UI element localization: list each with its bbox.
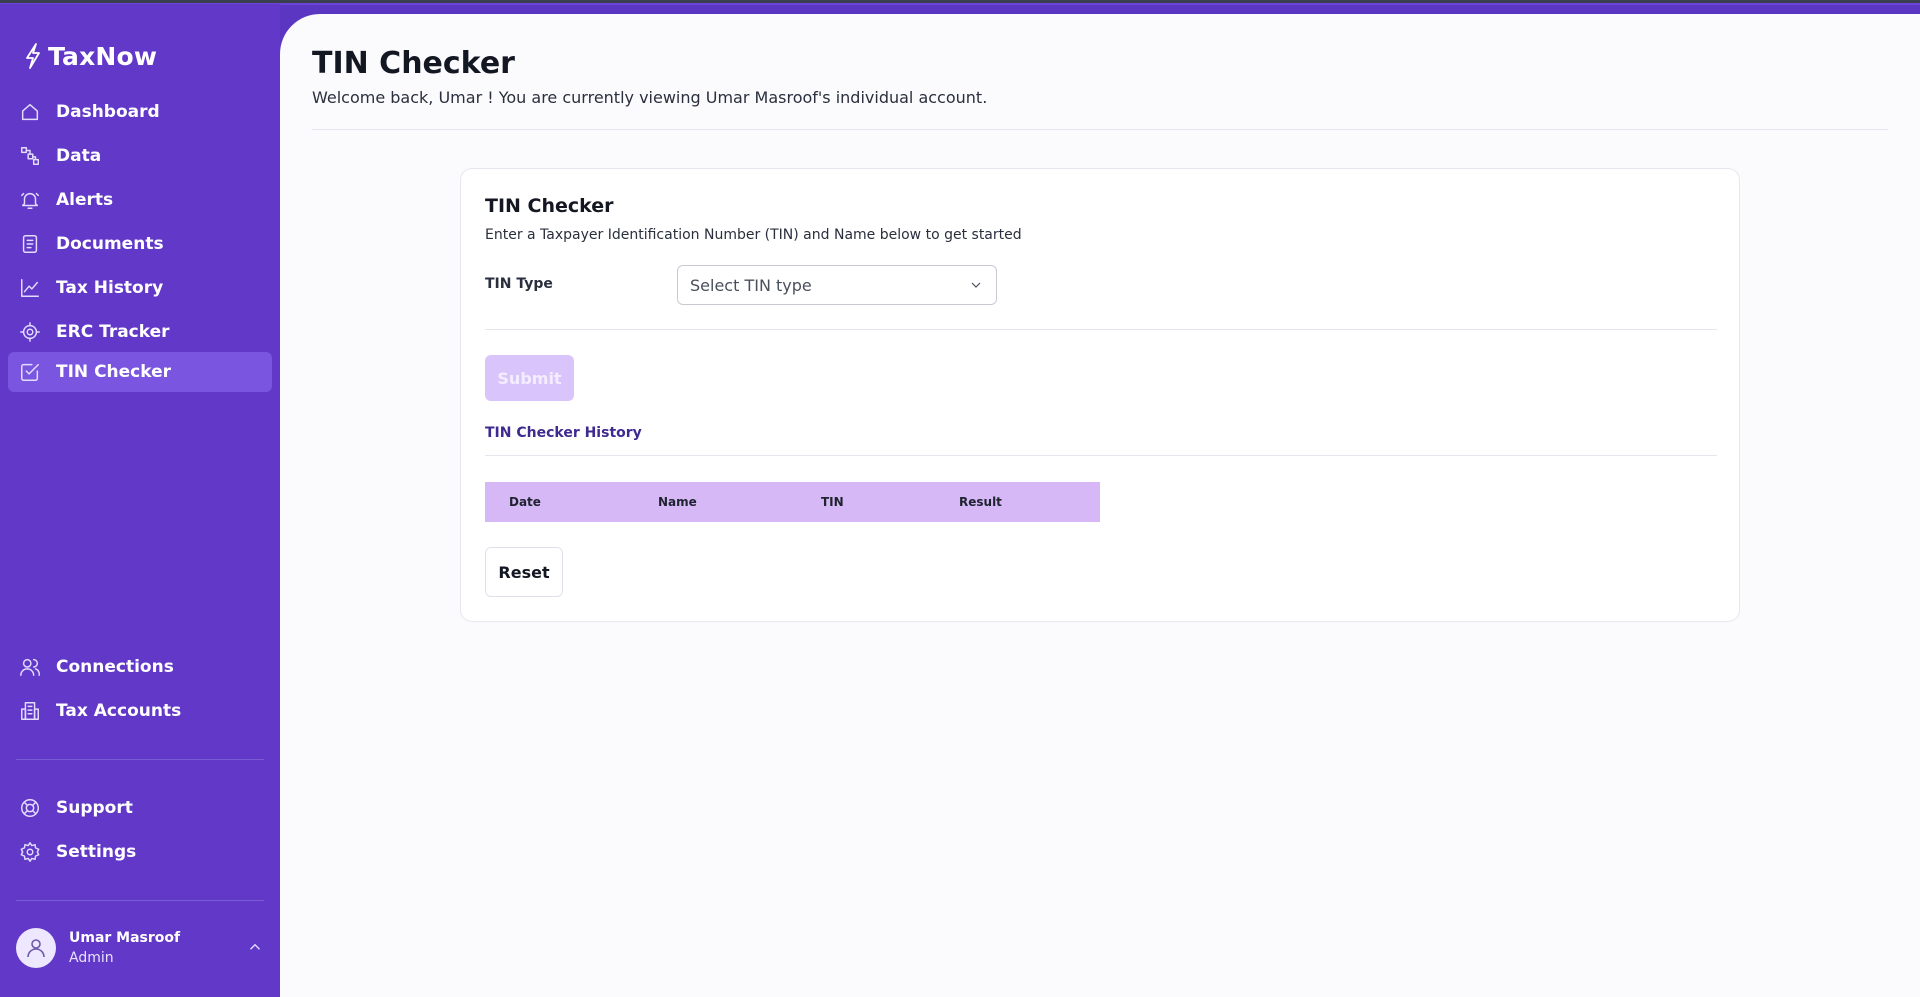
lightning-icon bbox=[26, 43, 40, 69]
sidebar-item-erc-tracker[interactable]: ERC Tracker bbox=[8, 312, 272, 352]
gear-icon bbox=[16, 838, 44, 866]
avatar bbox=[16, 928, 56, 968]
app-name: TaxNow bbox=[48, 41, 158, 71]
sidebar-item-support[interactable]: Support bbox=[8, 788, 272, 828]
main-content: TIN Checker Welcome back, Umar ! You are… bbox=[280, 14, 1920, 997]
sidebar-item-label: Support bbox=[56, 798, 133, 818]
sidebar-divider bbox=[16, 900, 264, 901]
column-header-name[interactable]: Name bbox=[658, 495, 697, 509]
sidebar-item-label: Alerts bbox=[56, 190, 114, 210]
sidebar-item-label: Tax Accounts bbox=[56, 701, 182, 721]
check-square-icon bbox=[16, 358, 44, 386]
header-divider bbox=[312, 129, 1888, 130]
submit-button[interactable]: Submit bbox=[485, 355, 574, 401]
sidebar-item-dashboard[interactable]: Dashboard bbox=[8, 92, 272, 132]
sidebar-item-label: Documents bbox=[56, 234, 164, 254]
sidebar-item-settings[interactable]: Settings bbox=[8, 832, 272, 872]
reset-button[interactable]: Reset bbox=[485, 547, 563, 597]
sidebar-item-label: TIN Checker bbox=[56, 362, 172, 382]
user-name: Umar Masroof bbox=[69, 930, 181, 946]
bell-icon bbox=[16, 186, 44, 214]
lifebuoy-icon bbox=[16, 794, 44, 822]
column-header-result[interactable]: Result bbox=[959, 495, 1002, 509]
tin-type-select[interactable]: Select TIN type bbox=[677, 265, 997, 305]
target-icon bbox=[16, 318, 44, 346]
card-subtitle: Enter a Taxpayer Identification Number (… bbox=[485, 227, 1022, 243]
users-icon bbox=[16, 653, 44, 681]
sidebar-item-data[interactable]: Data bbox=[8, 136, 272, 176]
column-header-tin[interactable]: TIN bbox=[821, 495, 844, 509]
user-role: Admin bbox=[69, 950, 114, 966]
history-table-header: Date Name TIN Result bbox=[485, 482, 1100, 522]
sidebar-divider bbox=[16, 759, 264, 760]
sidebar-item-label: Connections bbox=[56, 657, 174, 677]
page-title: TIN Checker bbox=[312, 46, 515, 81]
history-title: TIN Checker History bbox=[485, 425, 642, 441]
tin-type-label: TIN Type bbox=[485, 276, 553, 292]
user-icon bbox=[27, 939, 45, 958]
user-menu[interactable]: Umar Masroof Admin bbox=[8, 918, 272, 978]
app-logo[interactable]: TaxNow bbox=[22, 38, 157, 74]
home-icon bbox=[16, 98, 44, 126]
history-divider bbox=[485, 455, 1717, 456]
document-icon bbox=[16, 230, 44, 258]
sidebar-item-tax-history[interactable]: Tax History bbox=[8, 268, 272, 308]
column-header-date[interactable]: Date bbox=[509, 495, 541, 509]
chevron-up-icon[interactable] bbox=[246, 938, 264, 956]
sidebar-item-connections[interactable]: Connections bbox=[8, 647, 272, 687]
card-title: TIN Checker bbox=[485, 195, 614, 217]
window-top-bar bbox=[0, 0, 1920, 5]
sidebar-item-tax-accounts[interactable]: Tax Accounts bbox=[8, 691, 272, 731]
sidebar-item-label: Data bbox=[56, 146, 102, 166]
building-icon bbox=[16, 697, 44, 725]
data-icon bbox=[16, 142, 44, 170]
sidebar-item-label: Settings bbox=[56, 842, 137, 862]
tin-type-placeholder: Select TIN type bbox=[690, 275, 812, 295]
chevron-down-icon bbox=[968, 277, 984, 293]
sidebar-item-alerts[interactable]: Alerts bbox=[8, 180, 272, 220]
sidebar-item-tin-checker[interactable]: TIN Checker bbox=[8, 352, 272, 392]
form-divider bbox=[485, 329, 1717, 330]
sidebar-item-documents[interactable]: Documents bbox=[8, 224, 272, 264]
page-subtitle: Welcome back, Umar ! You are currently v… bbox=[312, 88, 988, 107]
chart-line-icon bbox=[16, 274, 44, 302]
tin-checker-card: TIN Checker Enter a Taxpayer Identificat… bbox=[460, 168, 1740, 622]
sidebar: TaxNow Dashboard Data Alerts Documents T… bbox=[0, 4, 280, 997]
sidebar-item-label: Dashboard bbox=[56, 102, 160, 122]
sidebar-item-label: Tax History bbox=[56, 278, 164, 298]
sidebar-item-label: ERC Tracker bbox=[56, 322, 170, 342]
